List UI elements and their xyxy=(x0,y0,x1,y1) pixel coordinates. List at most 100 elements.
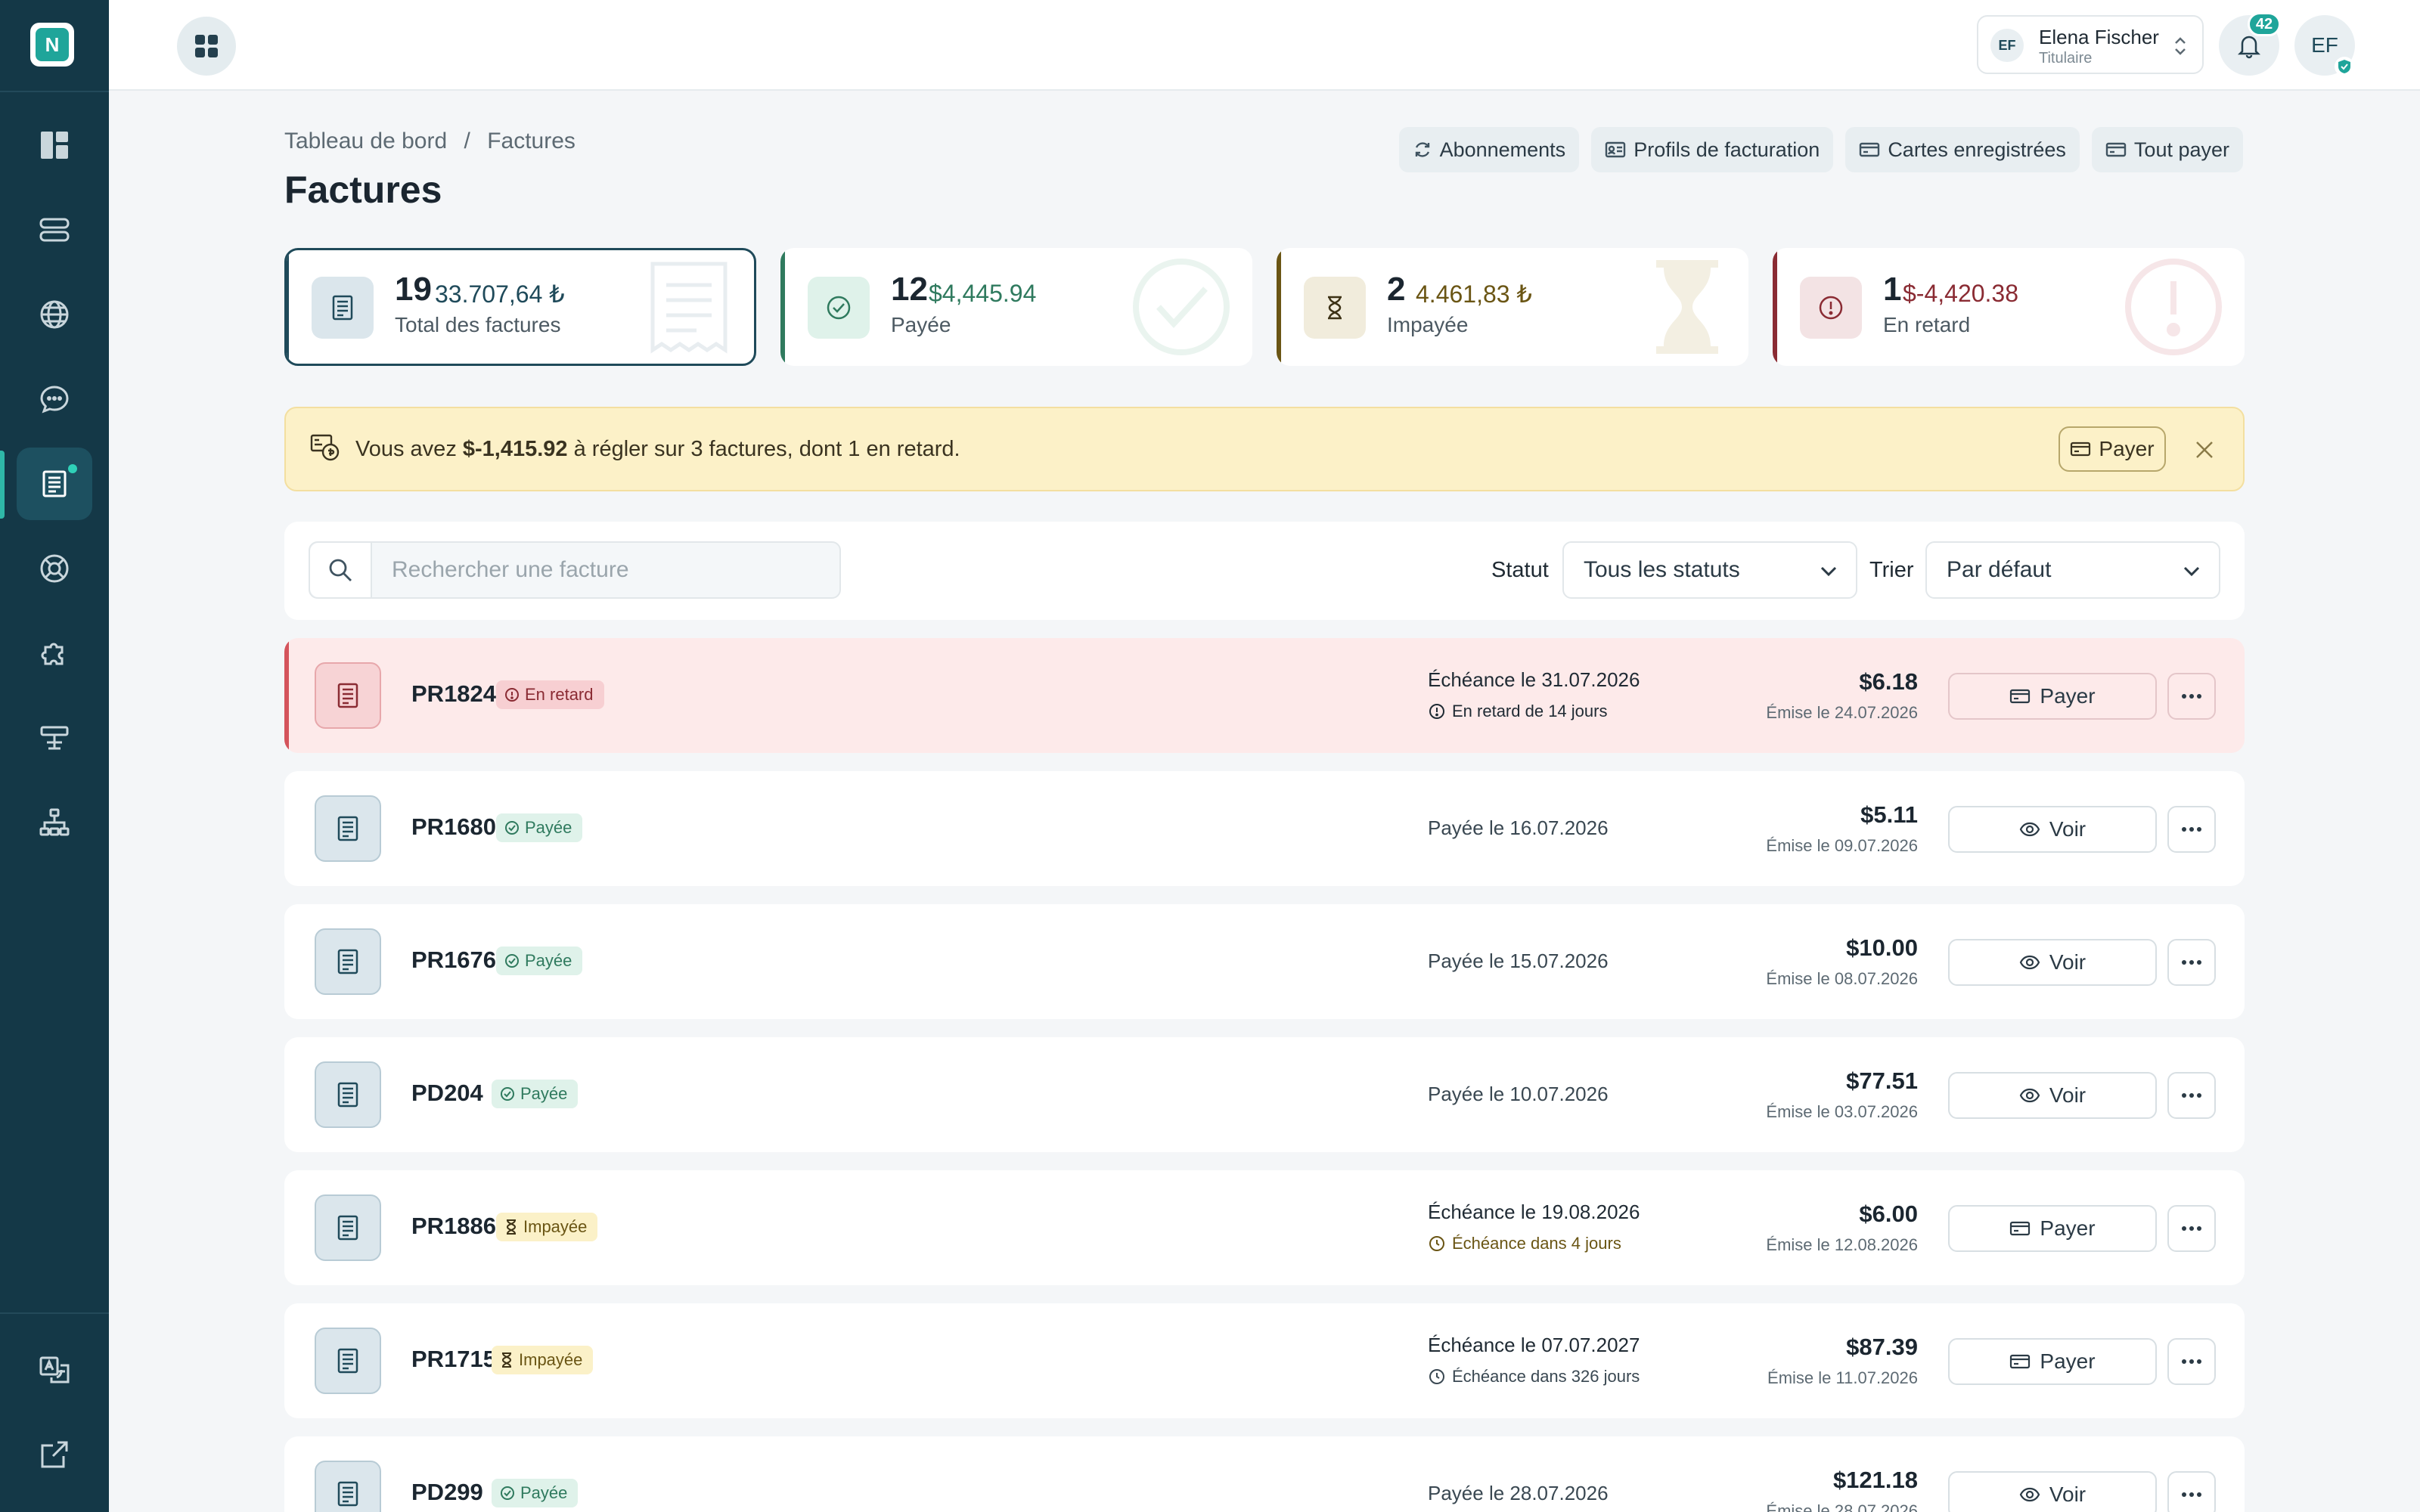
invoice-amount: $121.18 xyxy=(1832,1467,1918,1493)
stat-amount: $4,445.94 xyxy=(929,280,1037,307)
status-select[interactable]: Tous les statuts xyxy=(1562,541,1857,599)
breadcrumb-home-link[interactable]: Tableau de bord xyxy=(284,129,447,153)
view-invoice-button[interactable]: Voir xyxy=(1948,1072,2157,1119)
invoice-row[interactable]: PR1676 Payée Payée le 15.07.2026 $10.00 … xyxy=(284,904,2245,1019)
view-invoice-button[interactable]: Voir xyxy=(1948,806,2157,853)
credit-card-icon xyxy=(2071,442,2091,457)
invoice-amount: $87.39 xyxy=(1846,1334,1918,1360)
invoice-icon xyxy=(42,470,67,497)
apps-grid-button[interactable] xyxy=(177,17,236,76)
sidebar-item-invoices[interactable] xyxy=(17,448,92,520)
invoice-row[interactable]: PD299 Payée Payée le 28.07.2026 $121.18 … xyxy=(284,1436,2245,1512)
sidebar-item-language[interactable] xyxy=(17,1334,92,1406)
sidebar-active-indicator xyxy=(0,451,5,519)
credit-card-icon xyxy=(1860,142,1880,157)
subscriptions-button[interactable]: Abonnements xyxy=(1398,127,1580,172)
filter-bar: Statut Tous les statuts Trier Par défaut xyxy=(284,522,2245,620)
invoice-row[interactable]: PR1715 Impayée Échéance le 07.07.2027 Éc… xyxy=(284,1303,2245,1418)
billing-profiles-button[interactable]: Profils de facturation xyxy=(1591,127,1834,172)
invoice-row[interactable]: PR1680 Payée Payée le 16.07.2026 $5.11 É… xyxy=(284,771,2245,886)
sidebar-item-messages[interactable] xyxy=(17,363,92,435)
alert-circle-watermark-icon xyxy=(2125,259,2222,355)
chevron-down-icon xyxy=(2183,566,2200,577)
invoice-id[interactable]: PR1886 xyxy=(411,1213,496,1240)
credit-card-icon xyxy=(2010,1354,2031,1369)
search-input[interactable] xyxy=(372,543,839,597)
sort-select[interactable]: Par défaut xyxy=(1925,541,2220,599)
sidebar-item-external[interactable] xyxy=(17,1418,92,1491)
clock-icon xyxy=(1429,1236,1444,1251)
invoice-row[interactable]: PD204 Payée Payée le 10.07.2026 $77.51 É… xyxy=(284,1037,2245,1152)
notification-dot xyxy=(68,464,77,473)
invoice-amount: $6.18 xyxy=(1859,668,1918,695)
pay-invoice-button[interactable]: Payer xyxy=(1948,673,2157,720)
breadcrumb-current: Factures xyxy=(487,129,576,153)
more-actions-button[interactable] xyxy=(2167,1205,2216,1252)
invoice-row[interactable]: PR1886 Impayée Échéance le 19.08.2026 Éc… xyxy=(284,1170,2245,1285)
status-filter-label: Statut xyxy=(1491,558,1549,582)
pay-invoice-button[interactable]: Payer xyxy=(1948,1338,2157,1385)
invoice-row[interactable]: PR1824 En retard Échéance le 31.07.2026 … xyxy=(284,638,2245,753)
stat-card-unpaid[interactable]: 2 4.461,83 ₺ Impayée xyxy=(1277,248,1748,366)
sidebar-item-support[interactable] xyxy=(17,532,92,605)
alert-close-button[interactable] xyxy=(2184,429,2225,470)
view-invoice-label: Voir xyxy=(2049,950,2086,974)
invoice-id[interactable]: PD204 xyxy=(411,1080,483,1107)
sidebar-item-tools[interactable] xyxy=(17,702,92,774)
alert-message: Vous avez $-1,415.92 à régler sur 3 fact… xyxy=(355,437,960,462)
saved-cards-button[interactable]: Cartes enregistrées xyxy=(1845,127,2080,172)
apps-grid-icon xyxy=(195,35,218,57)
stat-accent xyxy=(780,248,785,366)
more-horizontal-icon xyxy=(2182,960,2201,965)
more-actions-button[interactable] xyxy=(2167,1471,2216,1512)
stat-card-overdue[interactable]: 1 $-4,420.38 En retard xyxy=(1773,248,2245,366)
search-icon-box xyxy=(310,543,372,597)
account-switcher[interactable]: EF Elena Fischer Titulaire xyxy=(1977,15,2204,74)
invoice-id[interactable]: PR1680 xyxy=(411,813,496,841)
alert-pay-button[interactable]: Payer xyxy=(2059,426,2166,472)
invoice-id[interactable]: PD299 xyxy=(411,1479,483,1506)
more-actions-button[interactable] xyxy=(2167,939,2216,986)
alert-amount: $-1,415.92 xyxy=(462,437,568,461)
invoice-icon xyxy=(337,683,358,708)
stat-count: 1 xyxy=(1883,271,1902,308)
stat-card-paid[interactable]: 12 $4,445.94 Payée xyxy=(780,248,1252,366)
status-badge: Payée xyxy=(496,813,583,842)
pay-all-button[interactable]: Tout payer xyxy=(2091,127,2243,172)
check-circle-icon xyxy=(501,1087,514,1101)
issued-date: Émise le 09.07.2026 xyxy=(1766,836,1918,855)
view-invoice-button[interactable]: Voir xyxy=(1948,1471,2157,1512)
status-badge-label: Impayée xyxy=(519,1350,583,1369)
invoice-id[interactable]: PR1715 xyxy=(411,1346,496,1373)
sidebar-divider xyxy=(0,91,109,92)
eye-icon xyxy=(2019,1088,2040,1103)
hourglass-icon xyxy=(1328,296,1342,320)
more-horizontal-icon xyxy=(2182,1359,2201,1364)
check-circle-icon xyxy=(827,296,851,320)
pay-invoice-button[interactable]: Payer xyxy=(1948,1205,2157,1252)
issued-date: Émise le 12.08.2026 xyxy=(1766,1235,1918,1254)
more-actions-button[interactable] xyxy=(2167,673,2216,720)
sidebar-item-structure[interactable] xyxy=(17,786,92,859)
app-logo[interactable]: N xyxy=(30,23,74,67)
stat-card-total[interactable]: 19 33.707,64 ₺ Total des factures xyxy=(284,248,756,366)
more-actions-button[interactable] xyxy=(2167,1072,2216,1119)
sidebar-item-domains[interactable] xyxy=(17,278,92,351)
breadcrumb-separator: / xyxy=(464,129,470,153)
more-actions-button[interactable] xyxy=(2167,806,2216,853)
invoice-id[interactable]: PR1824 xyxy=(411,680,496,708)
sidebar-item-extensions[interactable] xyxy=(17,617,92,689)
issued-date: Émise le 03.07.2026 xyxy=(1766,1102,1918,1121)
view-invoice-button[interactable]: Voir xyxy=(1948,939,2157,986)
sidebar-item-servers[interactable] xyxy=(17,194,92,266)
search-box xyxy=(309,541,841,599)
invoice-icon-box xyxy=(315,1194,381,1261)
due-note-text: Échéance dans 4 jours xyxy=(1452,1234,1621,1253)
more-actions-button[interactable] xyxy=(2167,1338,2216,1385)
invoice-id[interactable]: PR1676 xyxy=(411,947,496,974)
due-note-text: En retard de 14 jours xyxy=(1452,702,1608,720)
payment-due-alert: Vous avez $-1,415.92 à régler sur 3 fact… xyxy=(284,407,2245,491)
due-note: Échéance dans 4 jours xyxy=(1428,1234,1621,1253)
sidebar-item-dashboard[interactable] xyxy=(17,109,92,181)
due-note: En retard de 14 jours xyxy=(1428,702,1607,721)
